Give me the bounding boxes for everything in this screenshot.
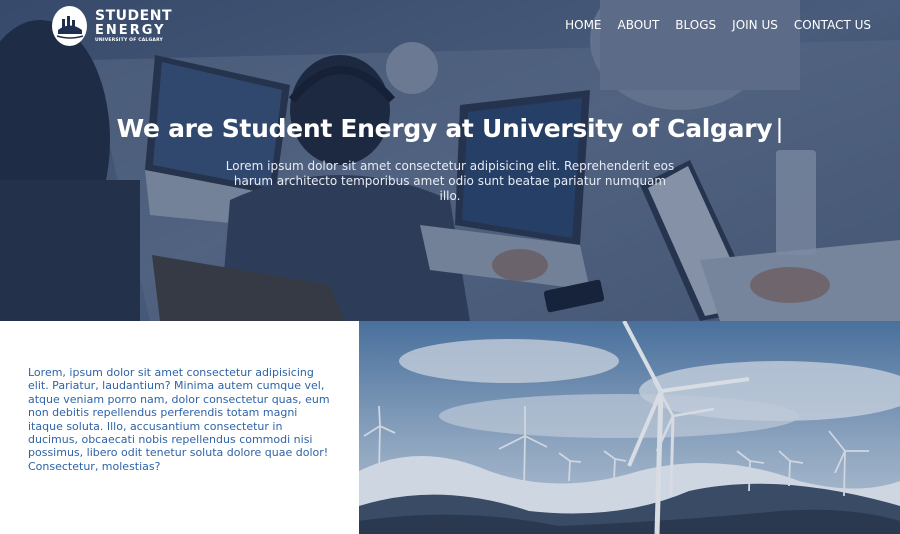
brand-logo[interactable]: STUDENT ENERGY UNIVERSITY OF CALGARY (52, 5, 172, 47)
nav-join-us-link[interactable]: JOIN US (732, 18, 778, 32)
nav-blogs-link[interactable]: BLOGS (675, 18, 716, 32)
about-section: Lorem, ipsum dolor sit amet consectetur … (0, 321, 359, 534)
student-energy-logo-icon (52, 6, 88, 46)
main-nav: HOME ABOUT BLOGS JOIN US CONTACT US (549, 18, 871, 32)
hero-section: STUDENT ENERGY UNIVERSITY OF CALGARY HOM… (0, 0, 900, 321)
brand-line-2: ENERGY (95, 22, 166, 38)
brand-wordmark: STUDENT ENERGY UNIVERSITY OF CALGARY (95, 9, 172, 44)
nav-contact-us-link[interactable]: CONTACT US (794, 18, 871, 32)
brand-line-3: UNIVERSITY OF CALGARY (95, 37, 163, 43)
brand-line-1: STUDENT (95, 7, 172, 24)
typing-cursor: | (775, 114, 784, 143)
about-paragraph: Lorem, ipsum dolor sit amet consectetur … (28, 366, 330, 473)
hero-title: We are Student Energy at University of C… (0, 114, 900, 143)
nav-home-link[interactable]: HOME (565, 18, 601, 32)
hero-subtitle: Lorem ipsum dolor sit amet consectetur a… (225, 159, 675, 203)
hero-title-text: We are Student Energy at University of C… (116, 114, 773, 143)
wind-turbine-image (359, 321, 900, 534)
nav-about-link[interactable]: ABOUT (618, 18, 660, 32)
